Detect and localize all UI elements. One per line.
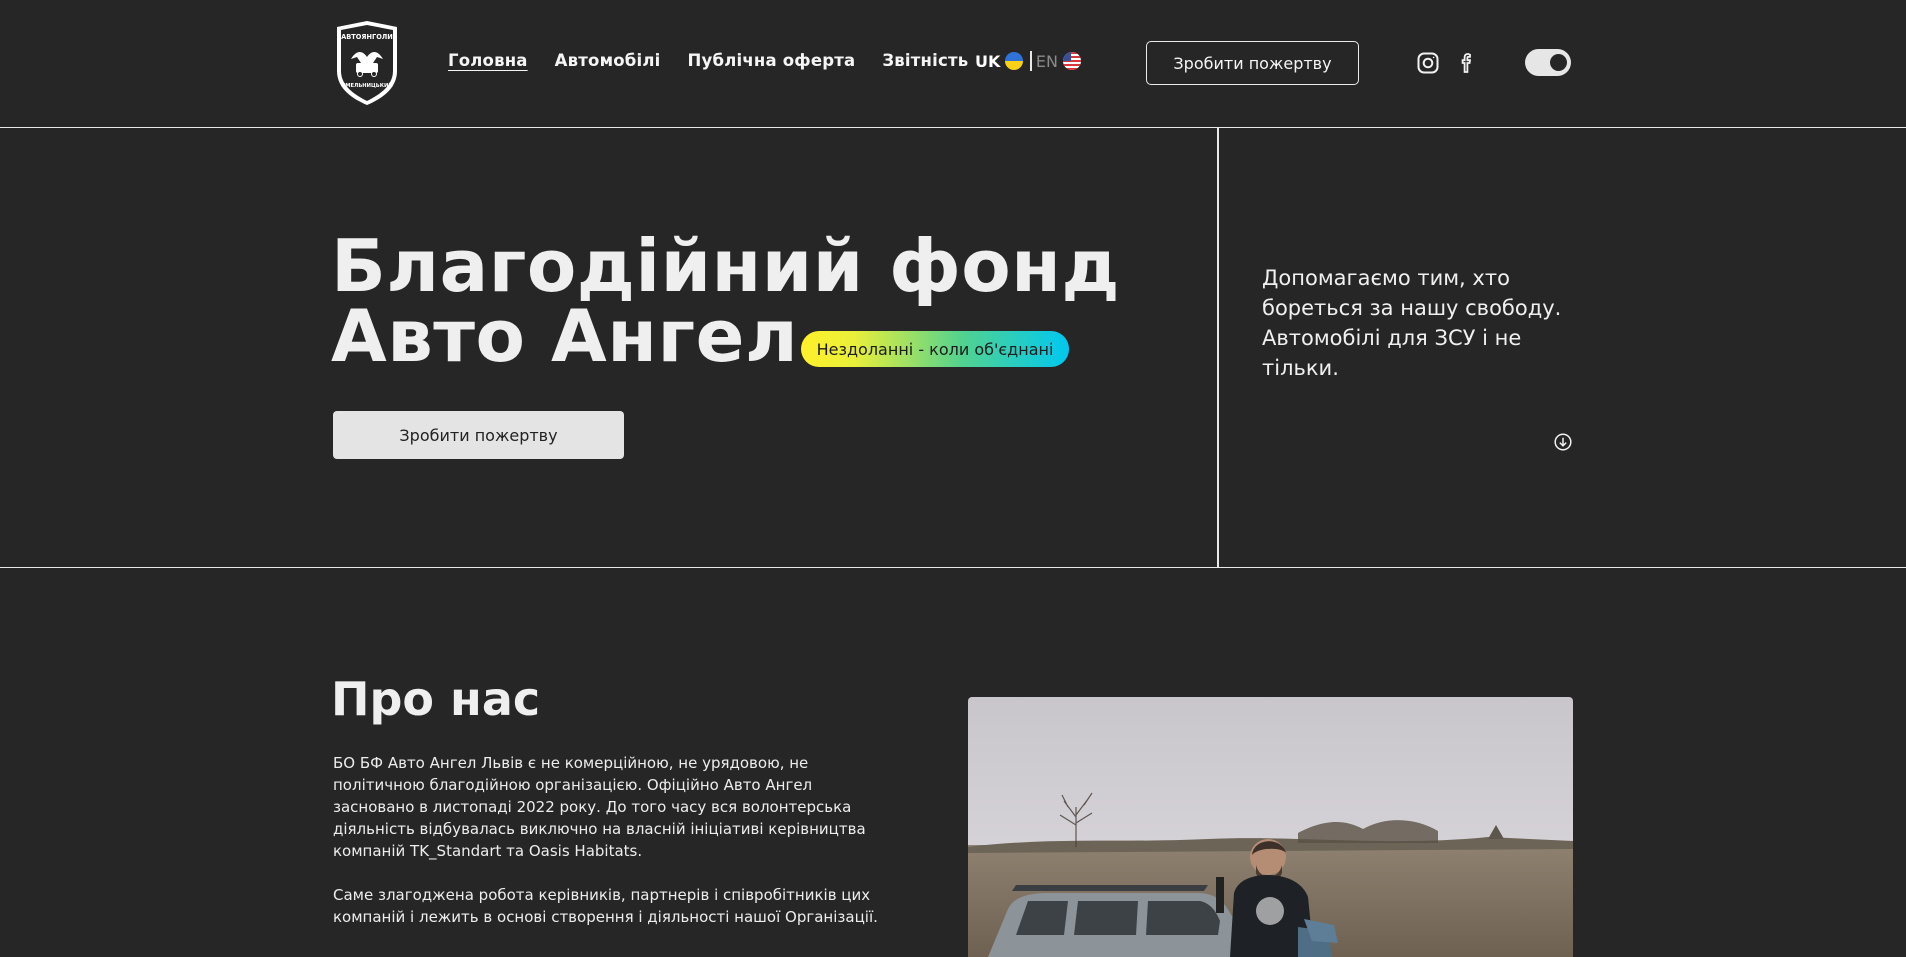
about-paragraph-1: БО БФ Авто Ангел Львів є не комерційною,… <box>333 754 866 860</box>
lang-divider <box>1030 51 1032 71</box>
about-photo <box>968 697 1573 957</box>
theme-toggle[interactable] <box>1525 49 1571 76</box>
language-switcher: UK EN <box>975 51 1081 71</box>
about-title: Про нас <box>331 672 541 726</box>
slogan-badge: Нездоланні - коли об'єднані <box>801 331 1069 367</box>
arrow-down-circle-icon[interactable] <box>1554 433 1572 451</box>
facebook-icon[interactable] <box>1455 51 1479 75</box>
site-header: АВТОЯНГОЛИ ХМЕЛЬНИЦЬКИЙ Головна Автомобі… <box>0 0 1906 128</box>
ukraine-flag-icon <box>1005 52 1024 70</box>
hero-donate-button[interactable]: Зробити пожертву <box>333 411 624 459</box>
nav-item-cars[interactable]: Автомобілі <box>555 51 661 70</box>
lang-en[interactable]: EN <box>1036 52 1058 71</box>
header-donate-button[interactable]: Зробити пожертву <box>1146 41 1359 85</box>
nav-item-home[interactable]: Головна <box>448 51 528 70</box>
instagram-icon[interactable] <box>1416 51 1440 75</box>
hero-divider <box>1217 128 1219 568</box>
logo-top-text: АВТОЯНГОЛИ <box>341 33 393 41</box>
logo-bottom-text: ХМЕЛЬНИЦЬКИЙ <box>341 81 392 89</box>
main-nav: Головна Автомобілі Публічна оферта Звітн… <box>448 51 968 70</box>
usa-flag-icon <box>1062 52 1081 70</box>
hero-section: Благодійний фонд Авто Ангел Нездоланні -… <box>0 128 1906 568</box>
about-text: БО БФ Авто Ангел Львів є не комерційною,… <box>333 752 883 950</box>
hero-side-text: Допомагаємо тим, хто бореться за нашу св… <box>1262 266 1562 380</box>
nav-item-reports[interactable]: Звітність <box>882 51 968 70</box>
logo[interactable]: АВТОЯНГОЛИ ХМЕЛЬНИЦЬКИЙ <box>333 19 401 107</box>
nav-item-public-offer[interactable]: Публічна оферта <box>688 51 856 70</box>
toggle-knob <box>1550 54 1567 71</box>
about-paragraph-2: Саме злагоджена робота керівників, партн… <box>333 886 878 926</box>
hero-title-line-1: Благодійний фонд <box>331 224 1121 308</box>
lang-uk[interactable]: UK <box>975 52 1000 71</box>
